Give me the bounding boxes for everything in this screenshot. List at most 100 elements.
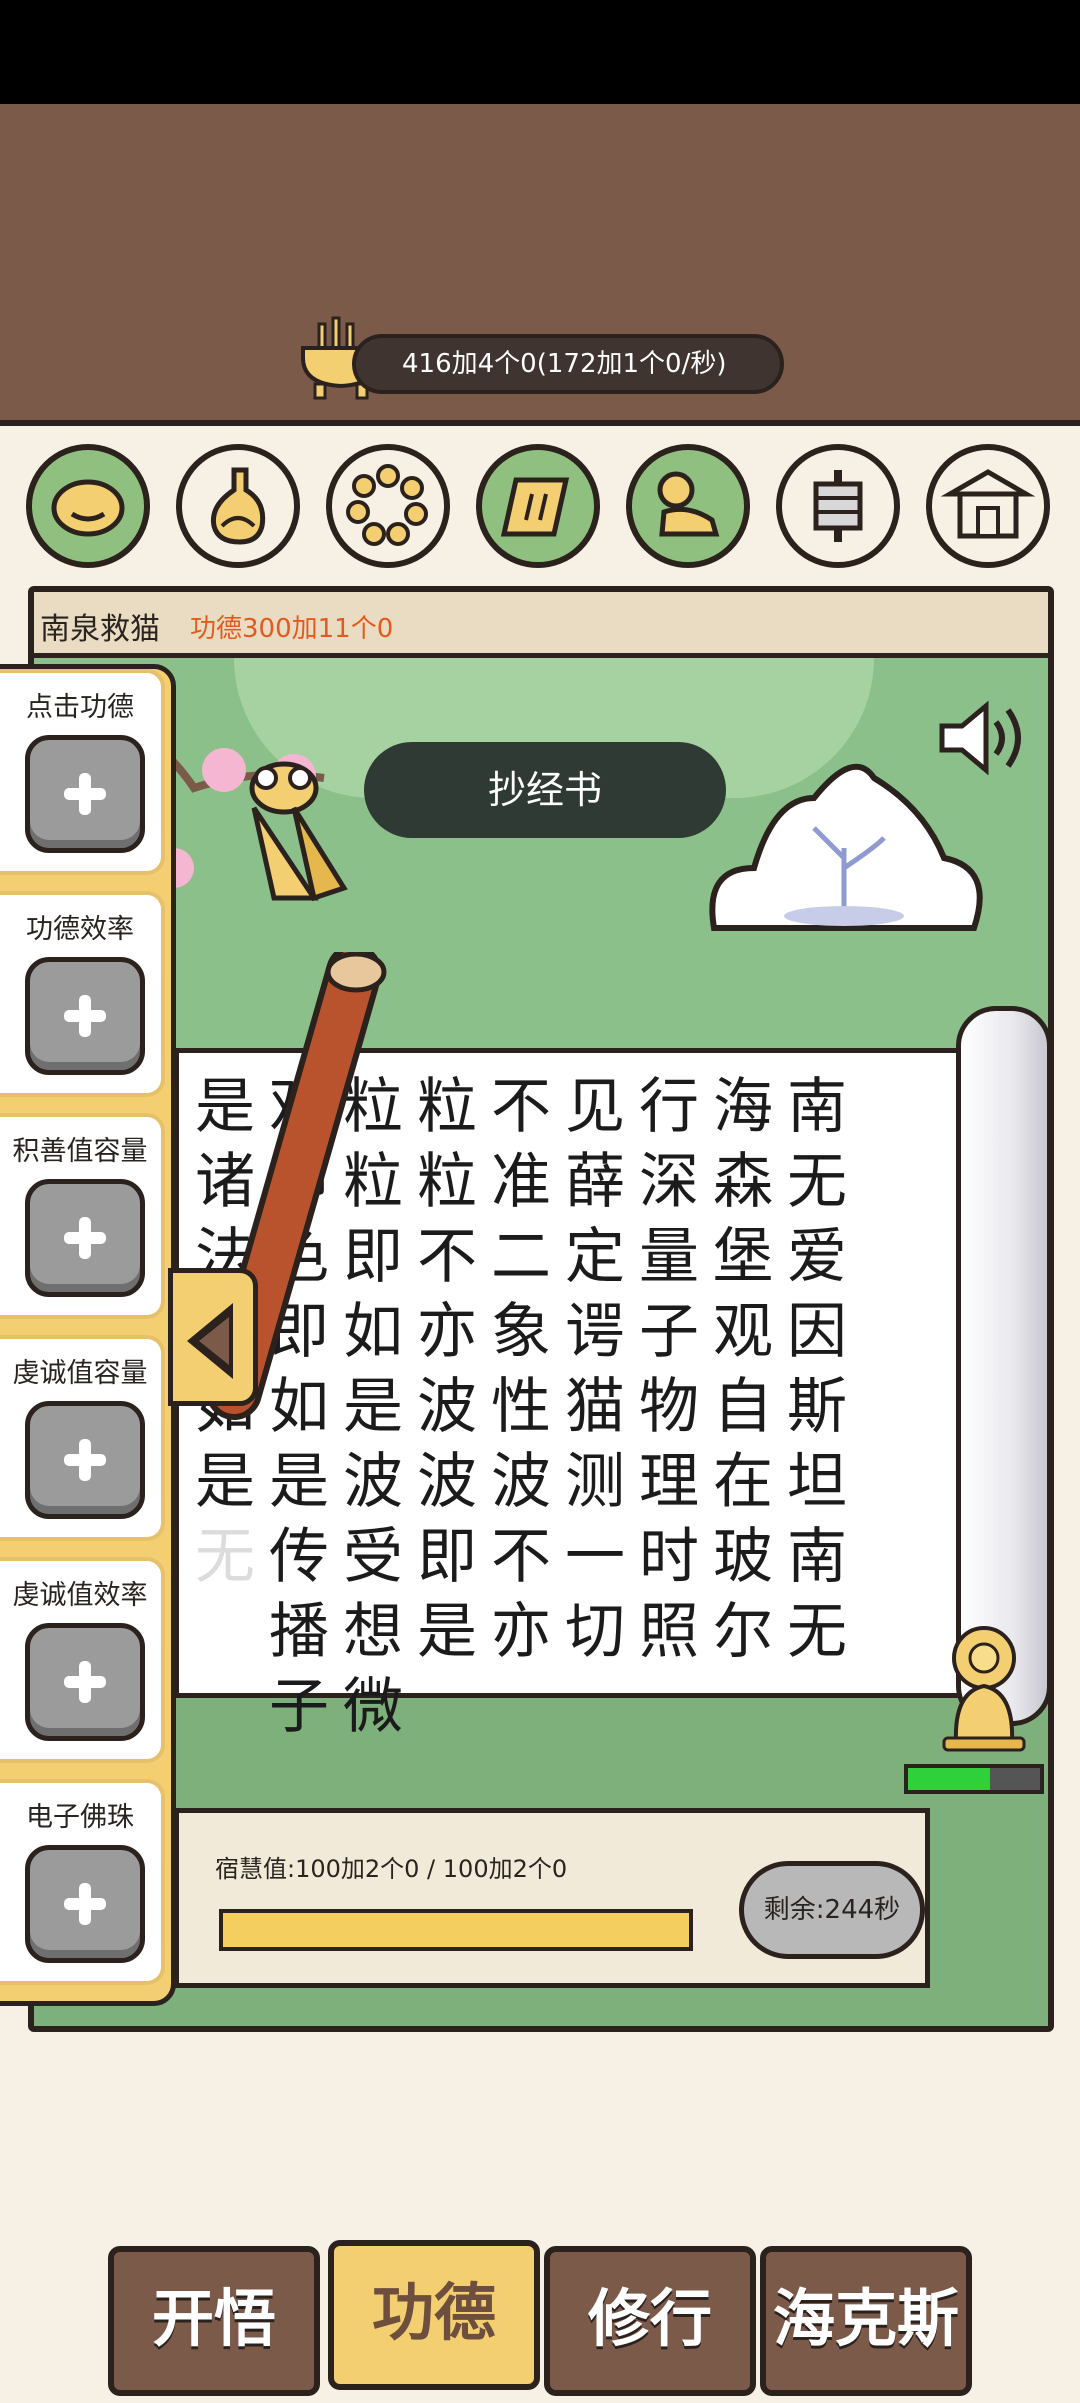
scripture-column: 南无爱因斯坦南无 — [780, 1070, 854, 1670]
scripture-char: 粒 — [417, 1072, 477, 1142]
plus-icon[interactable] — [25, 1845, 145, 1963]
porcelain-mountain — [709, 763, 983, 931]
upgrade-label: 虔诚值容量 — [12, 1358, 148, 1389]
wooden-fish-button[interactable] — [26, 444, 150, 568]
scripture-char: 受 — [343, 1522, 403, 1592]
tab-enlightenment[interactable]: 开悟 — [108, 2246, 320, 2396]
scripture-char: 时 — [639, 1522, 699, 1592]
scripture-char: 波 — [343, 1447, 403, 1517]
tab-practice[interactable]: 修行 — [544, 2246, 756, 2396]
scripture-char: 无 — [195, 1522, 255, 1592]
scripture-char: 玻 — [713, 1522, 773, 1592]
scripture-char: 性 — [491, 1372, 551, 1442]
scripture-char: 在 — [713, 1447, 773, 1517]
plus-icon[interactable] — [25, 735, 145, 853]
bottom-nav: 开悟 功德 修行 海克斯 — [108, 2240, 978, 2396]
upgrade-piety-efficiency: 虔诚值效率 — [0, 1557, 165, 1763]
plus-icon[interactable] — [25, 1179, 145, 1297]
scripture-char: 海 — [713, 1072, 773, 1142]
scripture-char: 猫 — [565, 1372, 625, 1442]
scripture-char: 切 — [565, 1597, 625, 1667]
upgrade-electronic-beads: 电子佛珠 — [0, 1779, 165, 1985]
scripture-char: 亦 — [417, 1297, 477, 1367]
top-button-row — [0, 444, 1080, 574]
plus-icon[interactable] — [25, 1623, 145, 1741]
upgrade-merit-efficiency: 功德效率 — [0, 891, 165, 1097]
scripture-char: 波 — [417, 1372, 477, 1442]
scripture-char: 行 — [639, 1072, 699, 1142]
bottle-button[interactable] — [176, 444, 300, 568]
status-bar — [0, 0, 1080, 104]
buddha-progress-fill — [908, 1768, 990, 1790]
scripture-char: 因 — [787, 1297, 847, 1367]
temple-button[interactable] — [926, 444, 1050, 568]
scripture-char: 深 — [639, 1147, 699, 1217]
scripture-char: 传 — [269, 1522, 329, 1592]
scripture-char: 南 — [787, 1072, 847, 1142]
copy-scripture-button[interactable]: 抄经书 — [364, 742, 726, 838]
upgrade-label: 功德效率 — [26, 914, 134, 945]
plus-icon[interactable] — [25, 1401, 145, 1519]
upgrade-label: 电子佛珠 — [26, 1802, 134, 1833]
scripture-char: 一 — [565, 1522, 625, 1592]
panel-merit-cost: 功德300加11个0 — [190, 614, 394, 644]
scripture-char: 不 — [491, 1072, 551, 1142]
bell-icon — [813, 470, 863, 542]
bottle-icon — [210, 467, 266, 545]
scripture-char: 薛 — [565, 1147, 625, 1217]
scripture-char: 照 — [639, 1597, 699, 1667]
upgrade-click-merit: 点击功德 — [0, 669, 165, 875]
plus-icon[interactable] — [25, 957, 145, 1075]
scripture-char: 象 — [491, 1297, 551, 1367]
sidebar-collapse-tab[interactable] — [168, 1268, 258, 1406]
monk-bow-button[interactable] — [626, 444, 750, 568]
temple-icon — [940, 469, 1036, 539]
wisdom-value: 宿慧值:100加2个0 / 100加2个0 — [215, 1855, 568, 1883]
scripture-char: 想 — [343, 1597, 403, 1667]
panel-header: 南泉救猫 功德300加11个0 — [34, 592, 1048, 658]
wooden-fish-icon — [51, 479, 125, 537]
garden-scene: 抄经书 — [34, 658, 1048, 1078]
scripture-char: 尔 — [713, 1597, 773, 1667]
scripture-char: 子 — [639, 1297, 699, 1367]
upgrade-good-capacity: 积善值容量 — [0, 1113, 165, 1319]
scripture-char: 微 — [343, 1672, 403, 1742]
scripture-char: 不 — [417, 1222, 477, 1292]
scripture-char: 即 — [417, 1522, 477, 1592]
upgrade-sidebar: 点击功德 功德效率 积善值容量 虔诚值容量 虔诚值效率 电子佛珠 — [0, 664, 176, 2006]
panel-title: 南泉救猫 — [40, 612, 160, 647]
monk-bow-icon — [657, 471, 720, 537]
wisdom-bar — [219, 1909, 693, 1951]
upgrade-label: 积善值容量 — [12, 1136, 148, 1167]
tab-merit[interactable]: 功德 — [328, 2240, 540, 2390]
wisdom-panel: 宿慧值:100加2个0 / 100加2个0 剩余:244秒 — [174, 1808, 930, 1988]
scripture-char: 谔 — [565, 1297, 625, 1367]
scroll-button[interactable] — [476, 444, 600, 568]
scripture-char: 是 — [195, 1447, 255, 1517]
scripture-char: 见 — [565, 1072, 625, 1142]
scripture-char: 是 — [417, 1597, 477, 1667]
scripture-char: 自 — [713, 1372, 773, 1442]
prayer-beads-button[interactable] — [326, 444, 450, 568]
scripture-char: 森 — [713, 1147, 773, 1217]
merit-counter: 416加4个0(172加1个0/秒) — [352, 334, 784, 394]
scripture-char: 物 — [639, 1372, 699, 1442]
scripture-char: 理 — [639, 1447, 699, 1517]
scripture-column: 海森堡观自在玻尔 — [706, 1070, 780, 1670]
scripture-char: 观 — [713, 1297, 773, 1367]
scripture-char: 不 — [491, 1522, 551, 1592]
upgrade-label: 点击功德 — [26, 692, 134, 723]
scroll-roller — [956, 1006, 1048, 1726]
scripture-char: 斯 — [787, 1372, 847, 1442]
prayer-beads-icon — [346, 464, 428, 546]
scripture-char: 子 — [269, 1672, 329, 1742]
scripture-char: 粒 — [417, 1147, 477, 1217]
tab-hextech[interactable]: 海克斯 — [760, 2246, 972, 2396]
scripture-column: 粒粒不亦波波即是 — [410, 1070, 484, 1670]
scripture-char: 波 — [417, 1447, 477, 1517]
bell-button[interactable] — [776, 444, 900, 568]
scripture-char: 波 — [491, 1447, 551, 1517]
scripture-char: 坦 — [787, 1447, 847, 1517]
scripture-char: 测 — [565, 1447, 625, 1517]
remaining-time-button[interactable]: 剩余:244秒 — [739, 1861, 925, 1959]
